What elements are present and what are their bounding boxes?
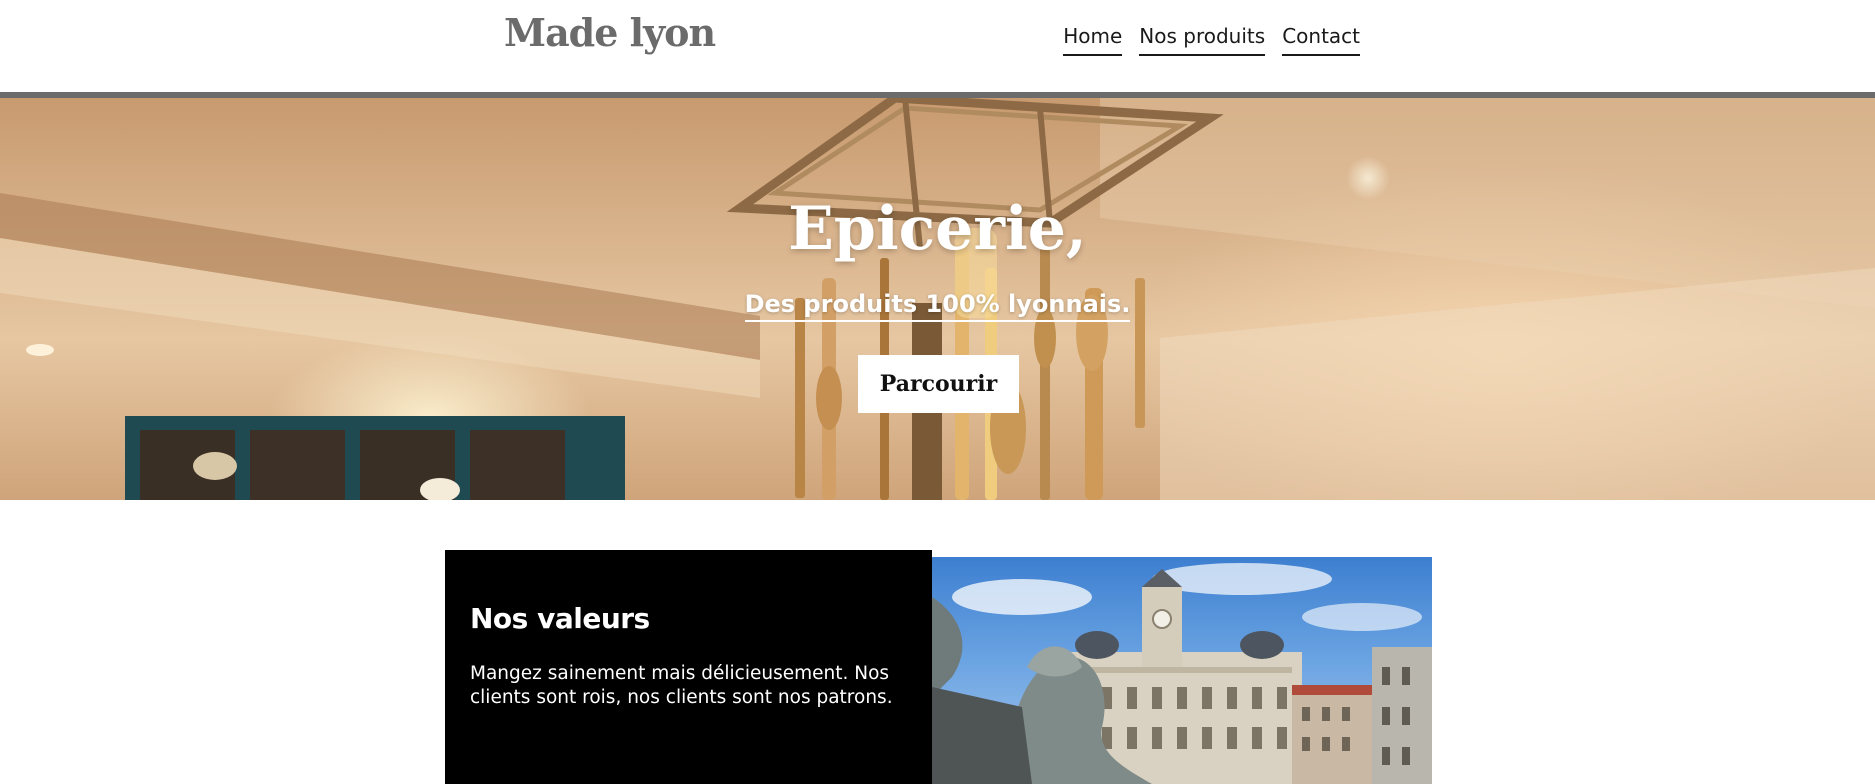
values-title: Nos valeurs: [470, 602, 650, 635]
browse-button[interactable]: Parcourir: [858, 355, 1019, 413]
main-nav: Home Nos produits Contact: [1063, 24, 1360, 56]
hero-title: Epicerie,: [788, 194, 1087, 264]
nav-link-home[interactable]: Home: [1063, 24, 1123, 56]
hero-subtitle-wrapper: Des produits 100% lyonnais.: [0, 290, 1875, 322]
nav-link-nos-produits[interactable]: Nos produits: [1139, 24, 1266, 56]
values-text: Mangez sainement mais délicieusement. No…: [470, 663, 893, 708]
lyon-photo-image: [932, 563, 1432, 784]
site-header: Made lyon Home Nos produits Contact: [0, 0, 1875, 92]
nav-link-contact[interactable]: Contact: [1282, 24, 1360, 56]
lyon-city-hall-photo: [932, 557, 1432, 784]
site-logo[interactable]: Made lyon: [504, 10, 716, 55]
hero-subtitle: Des produits 100% lyonnais.: [744, 290, 1131, 322]
hero-banner: Epicerie, Des produits 100% lyonnais. Pa…: [0, 98, 1875, 500]
values-card: Nos valeurs Mangez sainement mais délici…: [445, 550, 932, 784]
hero-content: Epicerie, Des produits 100% lyonnais. Pa…: [0, 98, 1875, 500]
